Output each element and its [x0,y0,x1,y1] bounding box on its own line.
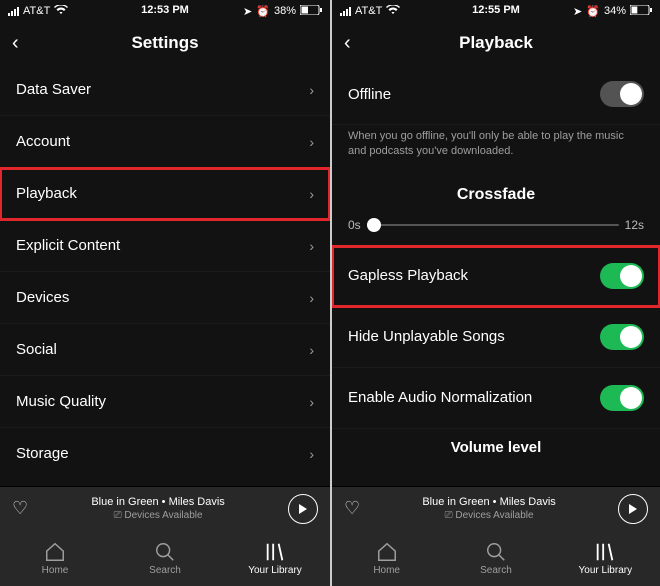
chevron-right-icon: › [309,446,314,462]
battery-label: 34% [604,5,626,17]
track-info: Blue in Green • Miles Davis [422,495,555,509]
chevron-right-icon: › [309,342,314,358]
gapless-toggle[interactable] [600,263,644,289]
row-offline: Offline [332,64,660,125]
chevron-right-icon: › [309,186,314,202]
row-account[interactable]: Account › [0,116,330,168]
library-icon [264,541,286,563]
battery-icon [300,5,322,18]
row-music-quality[interactable]: Music Quality › [0,376,330,428]
carrier-label: AT&T [23,5,50,17]
row-playback[interactable]: Playback › [0,168,330,220]
now-playing-bar[interactable]: ♡ Blue in Green • Miles Davis ⎚ Devices … [0,486,330,530]
location-icon: ➤ [243,5,252,18]
crossfade-min: 0s [348,218,361,232]
row-explicit-content[interactable]: Explicit Content › [0,220,330,272]
offline-help: When you go offline, you'll only be able… [332,125,660,172]
chevron-right-icon: › [309,238,314,254]
signal-icon [340,6,351,16]
tab-bar: Home Search Your Library [332,530,660,586]
normalization-toggle[interactable] [600,385,644,411]
status-bar: AT&T 12:53 PM ➤ ⏰ 38% [0,0,330,22]
back-icon[interactable]: ‹ [12,32,19,55]
title-bar: ‹ Settings [0,22,330,64]
wifi-icon [386,5,400,18]
chevron-right-icon: › [309,82,314,98]
home-icon [44,541,66,563]
status-bar: AT&T 12:55 PM ➤ ⏰ 34% [332,0,660,22]
play-button[interactable] [618,494,648,524]
crossfade-slider-row: 0s 12s [332,214,660,246]
volume-level-heading: Volume level [332,429,660,456]
row-hide-unplayable: Hide Unplayable Songs [332,307,660,368]
search-icon [485,541,507,563]
row-audio-normalization: Enable Audio Normalization [332,368,660,429]
chevron-right-icon: › [309,134,314,150]
heart-icon[interactable]: ♡ [344,498,360,519]
devices-available[interactable]: ⎚ Devices Available [422,509,555,522]
tab-search[interactable]: Search [441,530,550,586]
tab-library[interactable]: Your Library [220,530,330,586]
clock-label: 12:53 PM [141,4,189,16]
crossfade-heading: Crossfade [332,172,660,214]
tab-library[interactable]: Your Library [551,530,660,586]
tab-search[interactable]: Search [110,530,220,586]
crossfade-slider[interactable] [367,224,619,226]
clock-label: 12:55 PM [472,4,520,16]
tab-home[interactable]: Home [332,530,441,586]
row-devices[interactable]: Devices › [0,272,330,324]
tab-bar: Home Search Your Library [0,530,330,586]
row-social[interactable]: Social › [0,324,330,376]
page-title: Playback [459,33,533,53]
battery-label: 38% [274,5,296,17]
search-icon [154,541,176,563]
chevron-right-icon: › [309,394,314,410]
devices-available[interactable]: ⎚ Devices Available [91,509,224,522]
home-icon [376,541,398,563]
track-info: Blue in Green • Miles Davis [91,495,224,509]
page-title: Settings [131,33,198,53]
library-icon [594,541,616,563]
tab-home[interactable]: Home [0,530,110,586]
wifi-icon [54,5,68,18]
row-data-saver[interactable]: Data Saver › [0,64,330,116]
heart-icon[interactable]: ♡ [12,498,28,519]
screenshot-playback: AT&T 12:55 PM ➤ ⏰ 34% ‹ Playback Offline [330,0,660,586]
chevron-right-icon: › [309,290,314,306]
alarm-icon: ⏰ [586,5,600,18]
alarm-icon: ⏰ [256,5,270,18]
now-playing-bar[interactable]: ♡ Blue in Green • Miles Davis ⎚ Devices … [332,486,660,530]
back-icon[interactable]: ‹ [344,32,351,55]
settings-list: Data Saver › Account › Playback › Explic… [0,64,330,486]
signal-icon [8,6,19,16]
carrier-label: AT&T [355,5,382,17]
battery-icon [630,5,652,18]
screenshot-settings: AT&T 12:53 PM ➤ ⏰ 38% ‹ Settings Data Sa… [0,0,330,586]
row-gapless-playback: Gapless Playback [332,246,660,307]
hide-unplayable-toggle[interactable] [600,324,644,350]
location-icon: ➤ [573,5,582,18]
title-bar: ‹ Playback [332,22,660,64]
play-button[interactable] [288,494,318,524]
crossfade-max: 12s [625,218,644,232]
offline-toggle[interactable] [600,81,644,107]
playback-list: Offline When you go offline, you'll only… [332,64,660,486]
row-storage[interactable]: Storage › [0,428,330,479]
